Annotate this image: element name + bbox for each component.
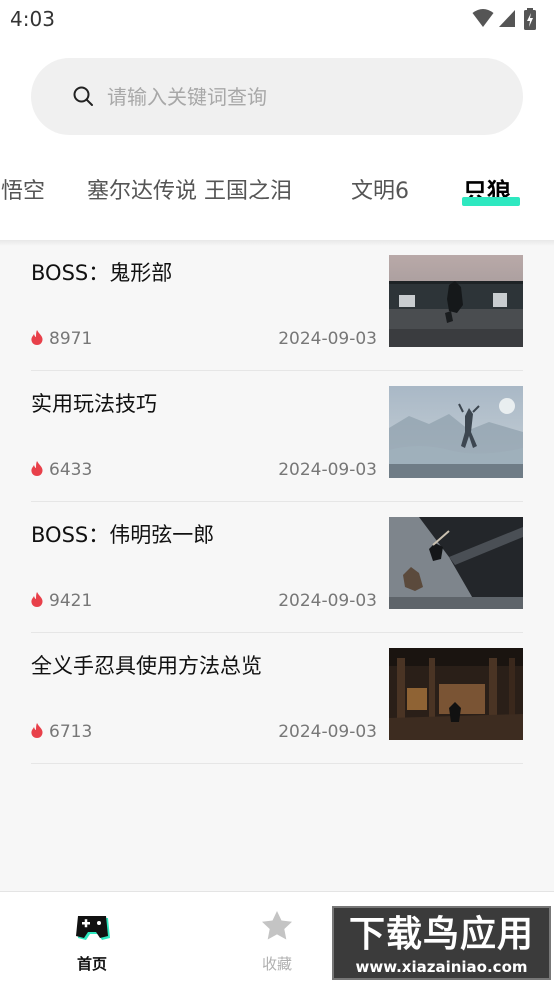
article-date: 2024-09-03 — [278, 329, 377, 349]
article-date: 2024-09-03 — [278, 591, 377, 611]
signal-icon — [499, 10, 515, 27]
view-count: 8971 — [31, 328, 92, 350]
tab-zelda[interactable]: 塞尔达传说 王国之泪 — [87, 176, 292, 208]
article-title: BOSS：伟明弦一郎 — [31, 523, 215, 547]
search-icon[interactable] — [72, 85, 94, 107]
nav-home-label: 首页 — [76, 955, 107, 973]
status-time: 4:03 — [10, 7, 55, 31]
article-title: 实用玩法技巧 — [31, 392, 157, 416]
view-count: 6713 — [31, 721, 92, 743]
article-title: 全义手忍具使用方法总览 — [31, 654, 262, 678]
list-item[interactable]: BOSS：伟明弦一郎 9421 2024-09-03 — [31, 502, 523, 633]
view-count-value: 9421 — [49, 591, 93, 611]
view-count: 6433 — [31, 459, 92, 481]
tab-wukong[interactable]: 悟空 — [1, 176, 45, 208]
article-thumbnail[interactable] — [389, 648, 523, 740]
fire-icon — [31, 461, 43, 476]
article-thumbnail[interactable] — [389, 255, 523, 347]
watermark: 下载鸟应用 www.xiazainiao.com — [332, 906, 551, 980]
article-date: 2024-09-03 — [278, 722, 377, 742]
wifi-icon — [472, 9, 494, 27]
view-count-value: 6433 — [49, 460, 93, 480]
gamepad-icon — [76, 916, 110, 940]
star-icon — [262, 911, 292, 940]
list-item[interactable]: BOSS：鬼形部 8971 2024-09-03 — [31, 240, 523, 371]
view-count: 9421 — [31, 590, 92, 612]
view-count-value: 8971 — [49, 329, 93, 349]
search-input[interactable] — [107, 78, 487, 116]
article-thumbnail[interactable] — [389, 517, 523, 609]
fire-icon — [31, 330, 43, 345]
search-bar[interactable] — [31, 58, 523, 135]
battery-icon — [524, 8, 536, 30]
active-tab-indicator — [462, 197, 520, 206]
view-count-value: 6713 — [49, 722, 93, 742]
article-thumbnail[interactable] — [389, 386, 523, 478]
nav-favorites-label: 收藏 — [261, 955, 292, 973]
status-bar: 4:03 — [0, 0, 554, 38]
watermark-url: www.xiazainiao.com — [355, 958, 528, 976]
nav-home[interactable]: 首页 — [32, 892, 152, 984]
article-date: 2024-09-03 — [278, 460, 377, 480]
nav-favorites[interactable]: 收藏 — [217, 892, 337, 984]
article-title: BOSS：鬼形部 — [31, 261, 173, 285]
watermark-title: 下载鸟应用 — [348, 914, 534, 955]
fire-icon — [31, 723, 43, 738]
list-item[interactable]: 全义手忍具使用方法总览 6713 2024-09-03 — [31, 633, 523, 764]
tab-civilization[interactable]: 文明6 — [351, 176, 409, 208]
fire-icon — [31, 592, 43, 607]
list-item[interactable]: 实用玩法技巧 6433 2024-09-03 — [31, 371, 523, 502]
category-tabs: 悟空 塞尔达传说 王国之泪 文明6 只狼 — [0, 160, 554, 224]
